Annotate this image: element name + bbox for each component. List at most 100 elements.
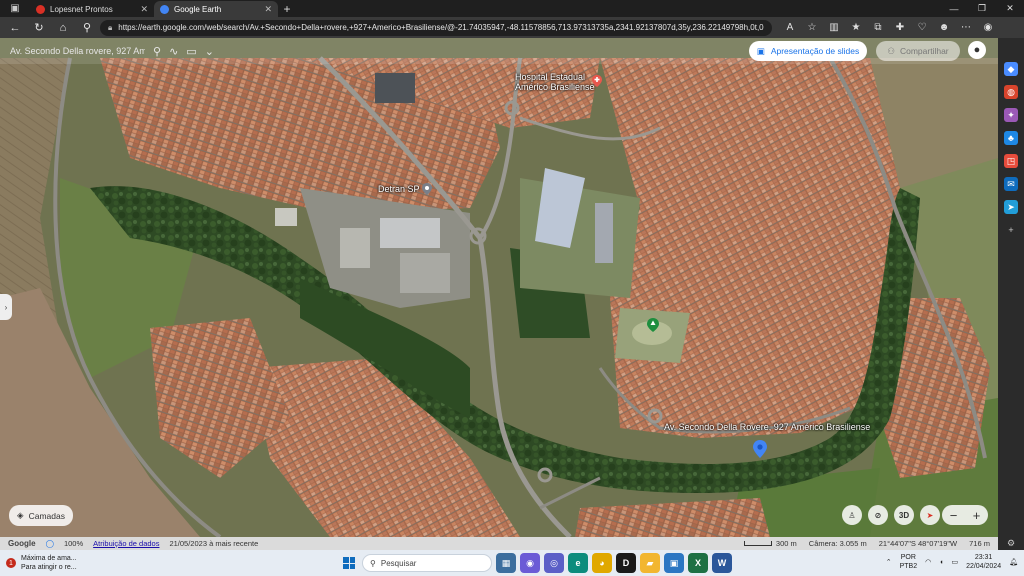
add-sidebar-icon[interactable]: + xyxy=(1004,223,1018,237)
dell-app-icon[interactable]: D xyxy=(616,553,636,573)
wifi-icon[interactable]: ◠ xyxy=(925,558,931,566)
games-icon[interactable]: ♣ xyxy=(1004,131,1018,145)
earth-favicon-icon xyxy=(160,4,169,14)
sidebar-settings-icon[interactable]: ⚙ xyxy=(1004,536,1018,550)
telegram-icon[interactable]: ➤ xyxy=(1004,200,1018,214)
compass-icon[interactable]: ➤ xyxy=(920,505,940,525)
weather-widget[interactable]: 1 Máxima de ama... Para atingir o re... xyxy=(6,554,96,572)
address-label[interactable]: Av. Secondo Della Rovere, 927 Américo Br… xyxy=(664,422,870,432)
hospital-label-line1: Hospital Estadual xyxy=(515,72,586,82)
new-tab-button[interactable]: + xyxy=(278,1,296,17)
clock-time: 23:31 xyxy=(974,554,993,561)
zoom-control: − + xyxy=(942,505,988,525)
chrome-app-icon[interactable]: ◕ xyxy=(592,553,612,573)
edge-sidebar: ◆ ◍ ✦ ♣ ◳ ✉ ➤ + ⚙ xyxy=(998,38,1024,550)
windows-taskbar: 1 Máxima de ama... Para atingir o re... … xyxy=(0,550,1024,576)
battery-icon[interactable]: ▭ xyxy=(951,558,958,566)
earth-search-input[interactable] xyxy=(10,46,145,56)
park-pin-icon[interactable] xyxy=(647,318,659,332)
shopping-icon[interactable]: ◍ xyxy=(1004,85,1018,99)
slideshow-label: Apresentação de slides xyxy=(770,46,860,56)
edge-app-icon[interactable]: e xyxy=(568,553,588,573)
data-attribution-link[interactable]: Atribuição de dados xyxy=(93,539,159,548)
language-indicator[interactable]: POR PTB2 xyxy=(900,553,918,571)
google-logo: Google xyxy=(8,539,36,548)
word-app-icon[interactable]: W xyxy=(712,553,732,573)
slideshow-button[interactable]: ▣ Apresentação de slides xyxy=(749,41,867,61)
favorite-star-icon[interactable]: ☆ xyxy=(802,19,822,37)
satellite-map[interactable]: Hospital Estadual Américo Brasiliense De… xyxy=(0,38,998,537)
hospital-pin-icon[interactable] xyxy=(592,75,602,87)
layers-label: Camadas xyxy=(28,510,65,521)
toggle-3d-button[interactable]: 3D xyxy=(894,505,914,525)
close-tab-icon[interactable]: ✕ xyxy=(264,4,272,15)
outlook-icon[interactable]: ✉ xyxy=(1004,177,1018,191)
street-view-icon[interactable]: ♙ xyxy=(842,505,862,525)
chevron-down-icon[interactable]: ⌄ xyxy=(205,45,214,58)
windows-start-icon[interactable] xyxy=(340,554,358,572)
copilot-icon[interactable]: ◉ xyxy=(978,19,998,37)
zoom-in-icon[interactable]: + xyxy=(973,508,981,523)
tab-strip: ▣ Lopesnet Prontos ✕ Google Earth ✕ + — … xyxy=(0,0,1024,17)
pin-location-icon[interactable]: ⚲ xyxy=(153,45,161,58)
route-icon[interactable]: ∿ xyxy=(169,45,178,58)
my-location-icon[interactable]: ⊘ xyxy=(868,505,888,525)
scale-label: 300 m xyxy=(775,539,797,548)
tab-label: Lopesnet Prontos xyxy=(50,4,113,14)
office-icon[interactable]: ◳ xyxy=(1004,154,1018,168)
favorites-icon[interactable]: ★ xyxy=(846,19,866,37)
clock[interactable]: 23:31 22/04/2024 xyxy=(966,553,1001,571)
close-window-icon[interactable]: ✕ xyxy=(996,0,1024,17)
imagery-date: 21/05/2023 à mais recente xyxy=(169,539,259,548)
location-pin-icon[interactable] xyxy=(753,440,767,458)
layers-icon: ◈ xyxy=(17,510,24,520)
taskbar-search[interactable]: ⚲ Pesquisar xyxy=(362,554,492,572)
camera-altitude: Câmera: 3.055 m xyxy=(808,539,867,548)
task-view-icon[interactable]: ▦ xyxy=(496,553,516,573)
browser-essentials-icon[interactable]: ♡ xyxy=(912,19,932,37)
notification-bell-icon[interactable]: 🔔︎ xyxy=(1009,558,1018,566)
lang-line1: POR xyxy=(900,554,916,561)
tools-icon[interactable]: ✦ xyxy=(1004,108,1018,122)
weather-line1: Máxima de ama... xyxy=(21,555,77,562)
expand-panel-icon[interactable]: › xyxy=(0,294,12,320)
tab-lopesnet[interactable]: Lopesnet Prontos ✕ xyxy=(30,1,154,17)
scale-bar[interactable]: 300 m xyxy=(743,539,797,548)
more-menu-icon[interactable]: ⋯ xyxy=(956,19,976,37)
excel-app-icon[interactable]: X xyxy=(688,553,708,573)
copilot-sidebar-icon[interactable]: ◆ xyxy=(1004,62,1018,76)
close-tab-icon[interactable]: ✕ xyxy=(140,4,148,15)
refresh-icon[interactable]: ↻ xyxy=(28,19,50,37)
earth-search: ⚲ ∿ ▭ ⌄ xyxy=(10,41,265,61)
zoom-out-icon[interactable]: − xyxy=(950,508,958,523)
tab-actions-icon[interactable]: ▣ xyxy=(0,0,30,17)
url-field[interactable]: 🔒︎ https://earth.google.com/web/search/A… xyxy=(100,19,772,36)
volume-icon[interactable]: ◖ xyxy=(939,559,943,566)
sidebar-spacer xyxy=(1004,246,1018,527)
copilot-app-icon[interactable]: ◉ xyxy=(520,553,540,573)
file-explorer-icon[interactable]: ▰ xyxy=(640,553,660,573)
ruler-icon[interactable]: ▭ xyxy=(186,45,196,58)
detran-pin-icon[interactable] xyxy=(422,183,432,195)
store-app-icon[interactable]: ▣ xyxy=(664,553,684,573)
home-icon[interactable]: ⌂ xyxy=(52,19,74,37)
detran-label[interactable]: Detran SP xyxy=(378,184,420,194)
split-screen-icon[interactable]: ▥ xyxy=(824,19,844,37)
extensions-icon[interactable]: ✚ xyxy=(890,19,910,37)
collections-icon[interactable]: ⧉ xyxy=(868,19,888,37)
tab-google-earth[interactable]: Google Earth ✕ xyxy=(154,1,278,17)
search-icon[interactable]: ⚲ xyxy=(76,19,98,37)
account-avatar-icon[interactable]: ● xyxy=(968,41,986,59)
performance-icon[interactable]: ◯ xyxy=(46,539,54,548)
profile-icon[interactable]: ☻ xyxy=(934,19,954,37)
layers-button[interactable]: ◈ Camadas xyxy=(9,505,73,526)
maximize-icon[interactable]: ❐ xyxy=(968,0,996,17)
hospital-label[interactable]: Hospital Estadual Américo Brasiliense xyxy=(515,72,595,92)
share-button[interactable]: ⚇ Compartilhar xyxy=(876,41,960,61)
back-icon[interactable]: ← xyxy=(4,19,26,37)
read-aloud-icon[interactable]: A xyxy=(780,19,800,37)
tray-chevron-icon[interactable]: ⌃ xyxy=(886,558,892,566)
chat-app-icon[interactable]: ◎ xyxy=(544,553,564,573)
minimize-icon[interactable]: — xyxy=(940,0,968,17)
address-toolbar: ← ↻ ⌂ ⚲ 🔒︎ https://earth.google.com/web/… xyxy=(0,17,1024,38)
